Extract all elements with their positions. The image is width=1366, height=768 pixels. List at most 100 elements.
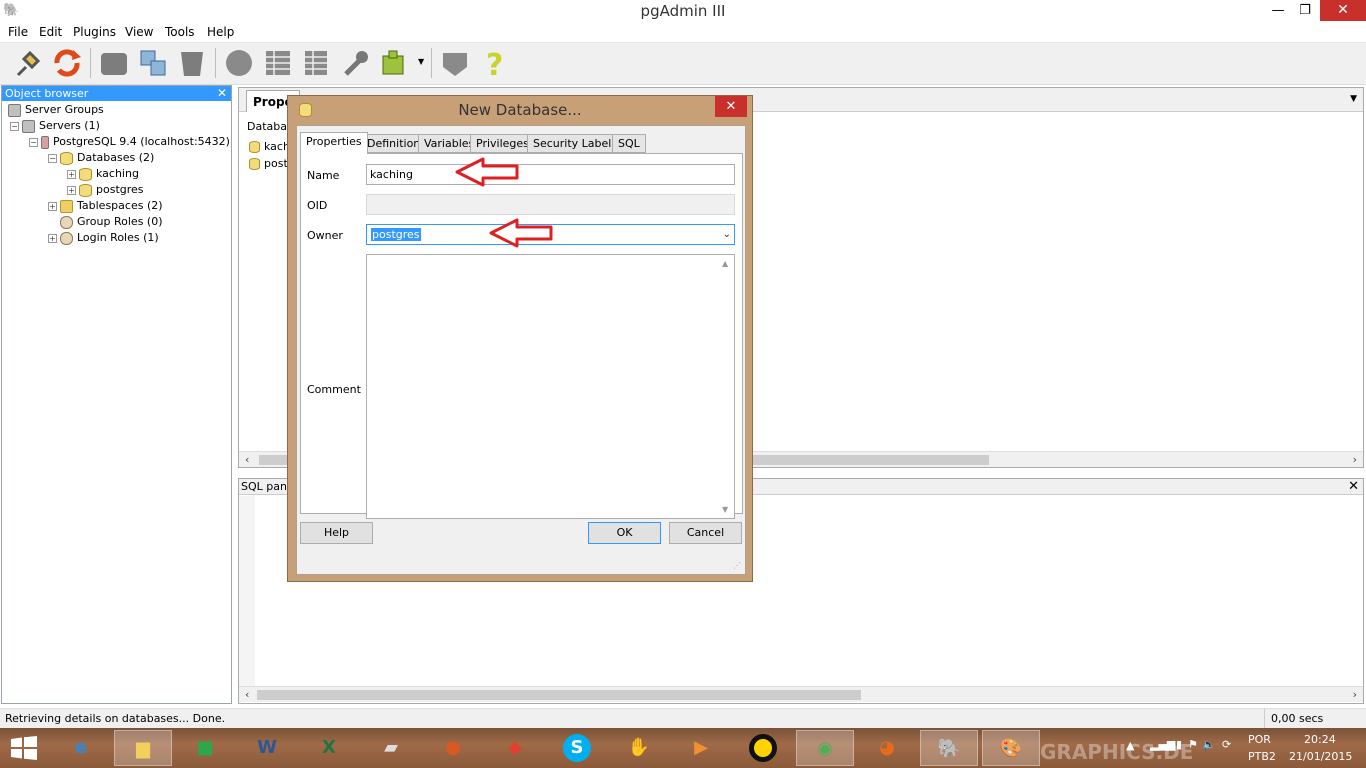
- excel-icon[interactable]: X: [300, 730, 358, 766]
- refresh-icon[interactable]: [51, 47, 83, 79]
- tree-node-server[interactable]: − PostgreSQL 9.4 (localhost:5432): [29, 134, 230, 150]
- vertical-scrollbar[interactable]: ▲ ▼: [718, 255, 734, 518]
- tab-privileges[interactable]: Privileges: [470, 134, 535, 153]
- chrome-icon[interactable]: ◉: [796, 730, 854, 766]
- firefox-icon[interactable]: ◕: [858, 730, 916, 766]
- sql-gutter: [239, 496, 255, 686]
- elephant-icon: 🐘: [3, 3, 20, 18]
- menu-tools[interactable]: Tools: [165, 25, 195, 39]
- toolbar: ▼ ?: [0, 43, 1366, 85]
- language-indicator[interactable]: POR PTB2: [1246, 728, 1286, 768]
- tree-node-kaching[interactable]: + kaching: [67, 166, 139, 182]
- maximize-button[interactable]: ❐: [1294, 0, 1316, 21]
- sync-icon[interactable]: ⟳: [1222, 738, 1231, 751]
- expand-icon[interactable]: +: [48, 201, 57, 211]
- media-player-icon[interactable]: ▶: [672, 730, 730, 766]
- svg-text:?: ?: [486, 48, 503, 79]
- database-icon: [79, 167, 92, 181]
- plugins-icon[interactable]: [379, 47, 411, 79]
- scroll-left-icon[interactable]: ‹: [245, 688, 249, 701]
- help-button[interactable]: Help: [300, 522, 373, 544]
- close-icon[interactable]: ✕: [1348, 479, 1359, 495]
- store-icon[interactable]: ■: [176, 730, 234, 766]
- scroll-down-icon[interactable]: ▼: [722, 505, 728, 514]
- menu-plugins[interactable]: Plugins: [73, 25, 116, 39]
- taskbar: e ▆ ■ W X ▰ ● ◆ S ✋ ▶ ◉ ◕ 🐘 🎨 GRAPHICS.D…: [0, 728, 1366, 768]
- resize-grip-icon[interactable]: ⋰: [733, 561, 741, 570]
- name-field[interactable]: kaching: [366, 164, 735, 185]
- scrollbar-thumb[interactable]: [257, 690, 861, 700]
- scroll-right-icon[interactable]: ›: [1353, 688, 1357, 701]
- file-explorer-icon[interactable]: ▆: [114, 730, 172, 766]
- menu-help[interactable]: Help: [207, 25, 234, 39]
- tab-sql[interactable]: SQL: [612, 134, 646, 153]
- scroll-left-icon[interactable]: ‹: [245, 453, 249, 466]
- minimize-button[interactable]: —: [1267, 0, 1289, 21]
- connect-icon[interactable]: [12, 47, 44, 79]
- word-icon[interactable]: W: [238, 730, 296, 766]
- tree-node-postgres[interactable]: + postgres: [67, 182, 144, 198]
- cancel-button[interactable]: Cancel: [669, 522, 742, 544]
- tree-node-login-roles[interactable]: + Login Roles (1): [48, 230, 159, 246]
- tree-node-databases[interactable]: − Databases (2): [48, 150, 154, 166]
- helmet-app-icon[interactable]: ●: [424, 730, 482, 766]
- view-filtered-data-icon[interactable]: [301, 47, 333, 79]
- app-icon[interactable]: ▰: [362, 730, 420, 766]
- tree-node-servers[interactable]: − Servers (1): [10, 118, 100, 134]
- glove-app-icon[interactable]: ✋: [610, 730, 668, 766]
- dialog-close-button[interactable]: ✕: [715, 96, 747, 117]
- tab-security-labels[interactable]: Security Labels: [527, 134, 624, 153]
- tab-definition[interactable]: Definition: [361, 134, 427, 153]
- menu-view[interactable]: View: [125, 25, 153, 39]
- circle-app-icon[interactable]: [734, 730, 792, 766]
- keyboard-layout: PTB2: [1248, 750, 1276, 763]
- create-object-icon[interactable]: [137, 47, 169, 79]
- help-icon[interactable]: ?: [478, 47, 510, 79]
- ccleaner-icon[interactable]: ◆: [486, 730, 544, 766]
- tree-node-tablespaces[interactable]: + Tablespaces (2): [48, 198, 163, 214]
- sql-icon[interactable]: [223, 47, 255, 79]
- horizontal-scrollbar[interactable]: ‹ ›: [239, 686, 1363, 702]
- collapse-icon[interactable]: −: [10, 121, 19, 131]
- internet-explorer-icon[interactable]: e: [52, 730, 110, 766]
- comment-field[interactable]: ▲ ▼: [366, 254, 735, 519]
- properties-icon[interactable]: [98, 47, 130, 79]
- dialog-title-bar: New Database...: [288, 96, 752, 124]
- menu-edit[interactable]: Edit: [39, 25, 62, 39]
- hint-icon[interactable]: [439, 47, 471, 79]
- collapse-icon[interactable]: −: [29, 137, 38, 147]
- tree-node-server-groups[interactable]: Server Groups: [8, 102, 104, 118]
- windows-start-icon[interactable]: [11, 736, 37, 760]
- menu-bar: File Edit Plugins View Tools Help: [0, 23, 1366, 43]
- delete-object-icon[interactable]: [176, 47, 208, 79]
- network-icon[interactable]: ▂▄▆: [1150, 738, 1175, 751]
- menu-file[interactable]: File: [8, 25, 28, 39]
- close-button[interactable]: ✕: [1320, 0, 1366, 21]
- scroll-right-icon[interactable]: ›: [1353, 453, 1357, 466]
- expand-icon[interactable]: +: [67, 169, 76, 179]
- scroll-up-icon[interactable]: ▲: [722, 259, 728, 268]
- clock[interactable]: 20:24 21/01/2015: [1286, 728, 1356, 768]
- view-data-icon[interactable]: [262, 47, 294, 79]
- tablespaces-icon: [60, 199, 73, 213]
- volume-icon[interactable]: 🔈: [1202, 738, 1216, 751]
- database-icon: [79, 183, 92, 197]
- tree-node-group-roles[interactable]: Group Roles (0): [60, 214, 163, 230]
- battery-icon[interactable]: ▮: [1176, 738, 1182, 751]
- expand-icon[interactable]: +: [67, 185, 76, 195]
- maintenance-icon[interactable]: [340, 47, 372, 79]
- expand-icon[interactable]: +: [48, 233, 57, 243]
- pgadmin-taskbar-icon[interactable]: 🐘: [920, 730, 978, 766]
- tabs-dropdown-icon[interactable]: ▼: [1350, 94, 1357, 104]
- plugins-dropdown-icon[interactable]: ▼: [418, 57, 424, 66]
- chevron-down-icon[interactable]: ⌄: [723, 225, 731, 244]
- tray-expand-icon[interactable]: ▲: [1126, 739, 1134, 752]
- database-icon: [249, 141, 260, 153]
- paint-icon[interactable]: 🎨: [982, 730, 1040, 766]
- ok-button[interactable]: OK: [588, 522, 661, 544]
- skype-icon[interactable]: S: [548, 730, 606, 766]
- tab-properties[interactable]: Properties: [300, 132, 368, 154]
- collapse-icon[interactable]: −: [48, 153, 57, 163]
- flag-icon[interactable]: ⚑: [1188, 738, 1198, 751]
- close-icon[interactable]: ✕: [217, 86, 227, 101]
